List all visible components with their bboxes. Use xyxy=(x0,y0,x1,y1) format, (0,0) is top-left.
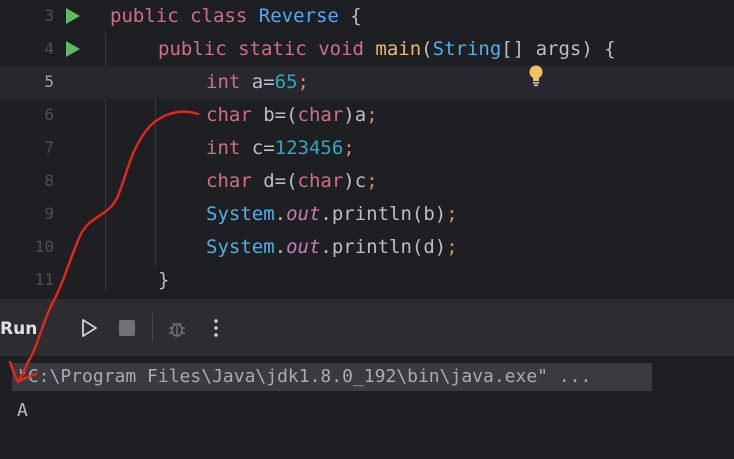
lightbulb-icon[interactable] xyxy=(528,64,544,88)
run-command-line[interactable]: "C:\Program Files\Java\jdk1.8.0_192\bin\… xyxy=(12,363,652,391)
code-text: public static void main(String[] args) { xyxy=(158,38,616,60)
debug-icon[interactable] xyxy=(164,315,190,341)
code-text: System.out.println(d); xyxy=(206,236,458,258)
line-number: 9 xyxy=(44,204,54,223)
run-panel-title: Run xyxy=(0,319,38,339)
code-text: } xyxy=(158,269,170,291)
code-text: int c=123456; xyxy=(206,137,355,159)
code-line[interactable]: 4 public static void main(String[] args)… xyxy=(0,33,734,66)
line-number: 7 xyxy=(44,138,54,157)
run-main-icon[interactable] xyxy=(66,41,80,57)
code-line[interactable]: 7 int c=123456; xyxy=(0,132,734,165)
code-text: char b=(char)a; xyxy=(206,104,378,126)
code-line-current[interactable]: 5 int a=65; xyxy=(0,66,734,99)
code-line[interactable]: 8 char d=(char)c; xyxy=(0,165,734,198)
run-toolbar: Run xyxy=(0,298,734,356)
code-editor[interactable]: 3 public class Reverse { 4 public static… xyxy=(0,0,734,298)
stop-icon[interactable] xyxy=(114,315,140,341)
line-number: 11 xyxy=(34,270,54,289)
line-number: 5 xyxy=(44,72,54,91)
code-line[interactable]: 10 System.out.println(d); xyxy=(0,231,734,264)
line-number: 3 xyxy=(44,6,54,25)
more-options-icon[interactable] xyxy=(203,315,229,341)
line-number: 8 xyxy=(44,171,54,190)
console-output[interactable]: "C:\Program Files\Java\jdk1.8.0_192\bin\… xyxy=(0,356,734,459)
code-line[interactable]: 3 public class Reverse { xyxy=(0,0,734,33)
program-output: A xyxy=(17,400,28,421)
code-text: System.out.println(b); xyxy=(206,203,458,225)
code-text: int a=65; xyxy=(206,71,309,93)
code-text: public class Reverse { xyxy=(110,5,362,27)
rerun-icon[interactable] xyxy=(76,315,102,341)
line-number: 10 xyxy=(34,237,54,256)
code-line[interactable]: 11 } xyxy=(0,264,734,297)
code-line[interactable]: 6 char b=(char)a; xyxy=(0,99,734,132)
line-number: 4 xyxy=(44,39,54,58)
run-class-icon[interactable] xyxy=(66,8,80,24)
toolbar-divider xyxy=(152,313,153,341)
code-text: char d=(char)c; xyxy=(206,170,378,192)
code-line[interactable]: 9 System.out.println(b); xyxy=(0,198,734,231)
line-number: 6 xyxy=(44,105,54,124)
